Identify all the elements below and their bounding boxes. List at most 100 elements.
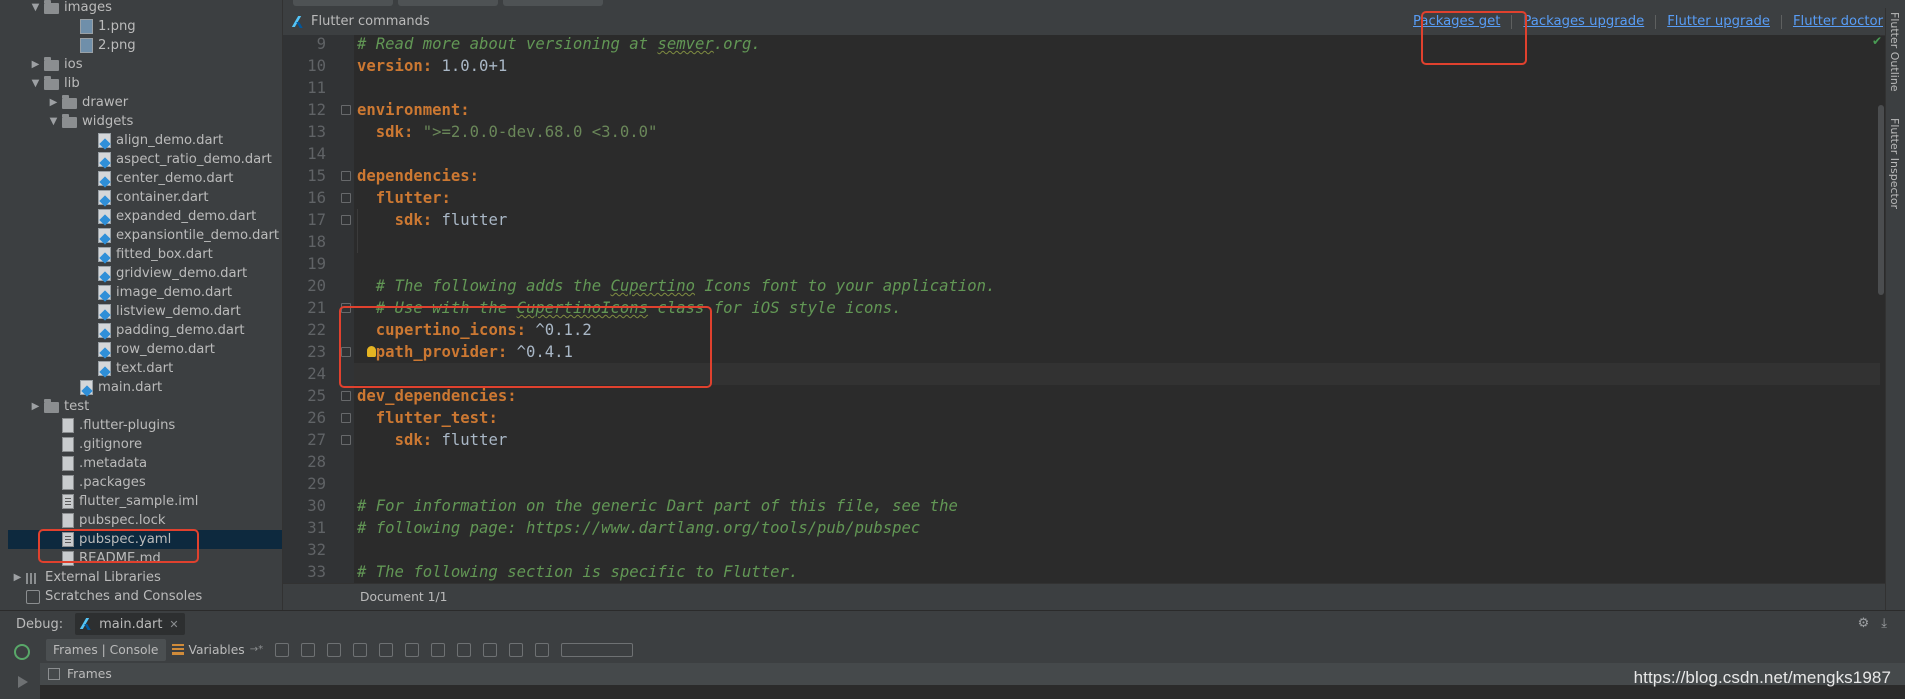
code-token: semver (657, 35, 714, 53)
tree-item[interactable]: 1.png (8, 17, 282, 36)
tree-item[interactable]: expansiontile_demo.dart (8, 226, 282, 245)
line-number: 30 (307, 497, 326, 515)
tree-item[interactable]: ▶ test (8, 397, 282, 416)
code-line: sdk: ">=2.0.0-dev.68.0 <3.0.0" (357, 121, 658, 143)
tree-item[interactable]: ▼ lib (8, 74, 282, 93)
tree-item-label: lib (64, 76, 80, 91)
lightning-icon[interactable] (509, 642, 524, 657)
debug-session-tab[interactable]: main.dart ✕ (75, 613, 185, 635)
tree-item[interactable]: fitted_box.dart (8, 245, 282, 264)
settings-icon[interactable] (483, 642, 498, 657)
tree-item-label: 1.png (98, 19, 136, 34)
run-to-cursor-icon[interactable] (405, 642, 420, 657)
fold-marker-icon[interactable] (341, 391, 351, 401)
tree-item[interactable]: aspect_ratio_demo.dart (8, 150, 282, 169)
code-editor[interactable]: # Read more about versioning at semver.o… (354, 35, 1880, 583)
fold-marker-icon[interactable] (341, 171, 351, 181)
chevron-right-icon[interactable]: ▶ (30, 401, 41, 412)
code-line: path_provider: ^0.4.1 (357, 341, 573, 363)
flutter-upgrade-link[interactable]: Flutter upgrade (1656, 14, 1781, 29)
tree-item[interactable]: ▶ ios (8, 55, 282, 74)
tree-item-label: center_demo.dart (116, 171, 234, 186)
lightbulb-icon[interactable] (367, 346, 376, 357)
tree-item-label: pubspec.yaml (79, 532, 172, 547)
chevron-down-icon[interactable]: ▼ (48, 116, 59, 127)
tree-item[interactable]: pubspec.lock (8, 511, 282, 530)
code-line: # The following section is specific to F… (357, 561, 798, 583)
fold-marker-icon[interactable] (341, 413, 351, 423)
tree-item[interactable]: ▼ widgets (8, 112, 282, 131)
plain-file-icon (62, 475, 74, 490)
editor-tab[interactable] (293, 0, 393, 6)
tree-item[interactable]: expanded_demo.dart (8, 207, 282, 226)
tree-item[interactable]: center_demo.dart (8, 169, 282, 188)
dart-file-icon (98, 133, 111, 148)
tree-item[interactable]: 2.png (8, 36, 282, 55)
tree-item[interactable]: flutter_sample.iml (8, 492, 282, 511)
step-over-icon[interactable] (275, 642, 290, 657)
isolate-selector-icon[interactable] (561, 642, 634, 657)
tree-item[interactable]: container.dart (8, 188, 282, 207)
tree-item[interactable]: image_demo.dart (8, 283, 282, 302)
gear-icon[interactable]: ⚙ (1858, 616, 1870, 631)
line-number: 24 (307, 365, 326, 383)
editor-tab[interactable] (398, 0, 498, 6)
chevron-down-icon[interactable]: ▼ (30, 78, 41, 89)
flutter-doctor-link[interactable]: Flutter doctor (1782, 14, 1885, 29)
close-icon[interactable]: ✕ (169, 618, 178, 631)
chevron-right-icon[interactable]: ▶ (30, 59, 41, 70)
fold-marker-icon[interactable] (341, 215, 351, 225)
evaluate-icon[interactable] (431, 642, 446, 657)
folder-file-icon (44, 76, 59, 90)
packages-get-link[interactable]: Packages get (1402, 14, 1511, 29)
tree-item[interactable]: .flutter-plugins (8, 416, 282, 435)
resume-icon[interactable] (18, 676, 28, 688)
folder-file-icon (44, 57, 59, 71)
hide-panel-icon[interactable]: ⤓ (1881, 616, 1887, 631)
tree-item[interactable]: padding_demo.dart (8, 321, 282, 340)
fold-marker-icon[interactable] (341, 193, 351, 203)
fold-marker-icon[interactable] (341, 347, 351, 357)
tree-item[interactable]: README.md (8, 549, 282, 568)
tree-item[interactable]: ▶ drawer (8, 93, 282, 112)
code-line: dependencies: (357, 165, 479, 187)
tree-item[interactable]: ▶ External Libraries (8, 568, 282, 587)
fold-marker-icon[interactable] (341, 105, 351, 115)
chevron-right-icon[interactable]: ▶ (48, 97, 59, 108)
tree-item[interactable]: listview_demo.dart (8, 302, 282, 321)
force-step-into-icon[interactable] (327, 642, 342, 657)
chat-icon[interactable] (535, 642, 550, 657)
tree-item[interactable]: align_demo.dart (8, 131, 282, 150)
tree-item-label: main.dart (98, 380, 163, 395)
yaml-file-icon (62, 494, 74, 509)
fold-marker-icon[interactable] (341, 435, 351, 445)
step-out-icon[interactable] (353, 642, 368, 657)
variables-tab[interactable]: Variables →* (166, 639, 270, 661)
trace-icon[interactable] (457, 642, 472, 657)
rerun-icon[interactable] (14, 644, 30, 660)
code-token: CupertinoIcons (516, 299, 649, 317)
step-into-icon[interactable] (301, 642, 316, 657)
tree-item[interactable]: pubspec.yaml (8, 530, 282, 549)
tree-item[interactable]: row_demo.dart (8, 340, 282, 359)
tree-item[interactable]: text.dart (8, 359, 282, 378)
packages-upgrade-link[interactable]: Packages upgrade (1512, 14, 1655, 29)
flutter-outline-tab[interactable]: Flutter Outline (1888, 12, 1901, 92)
code-line (354, 363, 1880, 385)
chevron-down-icon[interactable]: ▼ (30, 2, 41, 13)
tree-item[interactable]: .gitignore (8, 435, 282, 454)
tree-item[interactable]: gridview_demo.dart (8, 264, 282, 283)
tree-item[interactable]: .metadata (8, 454, 282, 473)
chevron-right-icon[interactable]: ▶ (12, 572, 23, 583)
tree-item[interactable]: Scratches and Consoles (8, 587, 282, 606)
flutter-inspector-tab[interactable]: Flutter Inspector (1888, 118, 1901, 209)
editor-tab[interactable] (503, 0, 603, 6)
tree-item[interactable]: main.dart (8, 378, 282, 397)
editor-scrollbar[interactable] (1878, 105, 1884, 295)
fold-marker-icon[interactable] (341, 303, 351, 313)
tree-item[interactable]: ▼ images (8, 0, 282, 17)
debug-header-actions: ⚙ ⤓ (1858, 616, 1887, 631)
frames-console-tab[interactable]: Frames | Console (46, 638, 166, 661)
tree-item[interactable]: .packages (8, 473, 282, 492)
drop-frame-icon[interactable] (379, 642, 394, 657)
